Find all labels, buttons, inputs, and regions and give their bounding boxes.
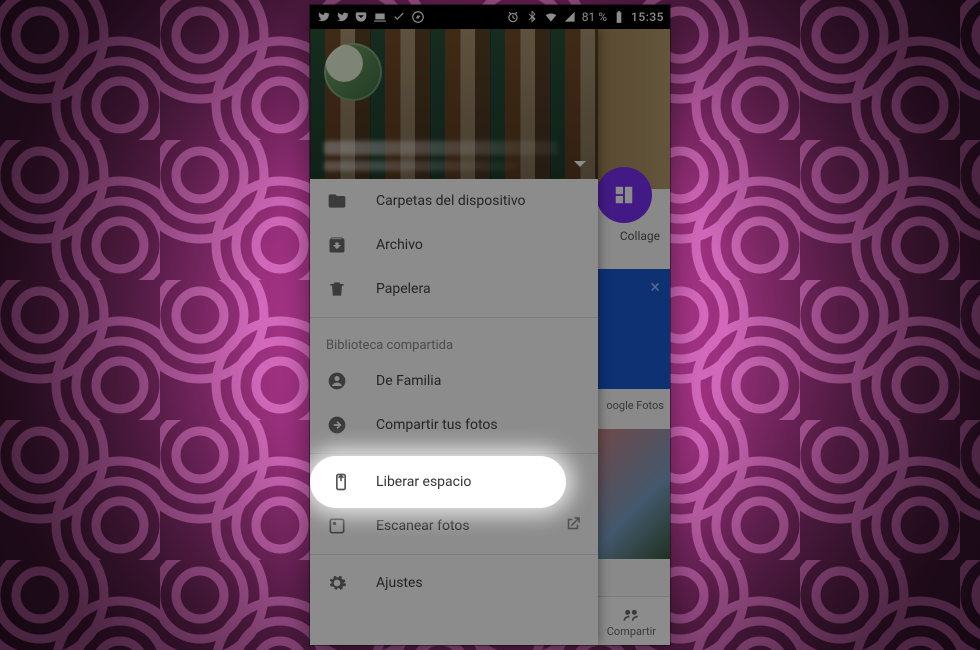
collage-label: Collage xyxy=(620,229,660,243)
bluetooth-icon xyxy=(525,10,539,24)
folder-icon xyxy=(326,190,348,212)
statusbar-right-icons: 81 % 15:35 xyxy=(506,10,664,24)
archive-icon xyxy=(326,234,348,256)
check-icon xyxy=(392,10,406,24)
bottom-nav-share-label: Compartir xyxy=(607,625,656,638)
wifi-icon xyxy=(544,10,558,24)
highlight-label: Liberar espacio xyxy=(376,474,471,490)
menu-item-label: Ajustes xyxy=(376,575,423,591)
free-space-icon xyxy=(330,471,352,493)
menu-item-share-photos[interactable]: Compartir tus fotos xyxy=(310,403,598,447)
menu-item-label: Papelera xyxy=(376,281,431,297)
menu-item-trash[interactable]: Papelera xyxy=(310,267,598,311)
menu-item-archive[interactable]: Archivo xyxy=(310,223,598,267)
twitter-icon xyxy=(316,10,330,24)
avatar[interactable] xyxy=(324,43,382,101)
menu-item-family[interactable]: De Familia xyxy=(310,359,598,403)
divider xyxy=(310,554,598,555)
google-photos-label: oogle Fotos xyxy=(606,399,664,412)
battery-pct: 81 % xyxy=(582,10,607,24)
bottom-nav-share[interactable]: Compartir xyxy=(607,604,656,638)
shazam-icon xyxy=(411,10,425,24)
account-name-blurred xyxy=(324,141,558,155)
statusbar-left-icons xyxy=(316,10,425,24)
menu-item-label: Escanear fotos xyxy=(376,518,470,534)
phone-frame: 81 % 15:35 Collage × oogle Fotos Compart… xyxy=(310,5,670,645)
chevron-down-icon[interactable] xyxy=(574,161,586,167)
close-icon[interactable]: × xyxy=(650,277,660,298)
menu-item-scan-photos[interactable]: Escanear fotos xyxy=(310,504,598,548)
menu-item-settings[interactable]: Ajustes xyxy=(310,561,598,605)
clock: 15:35 xyxy=(631,10,664,24)
laptop-icon xyxy=(373,10,387,24)
twitter-icon xyxy=(335,10,349,24)
external-link-icon xyxy=(564,515,582,537)
menu-item-label: Compartir tus fotos xyxy=(376,417,498,433)
battery-icon xyxy=(612,10,626,24)
status-bar: 81 % 15:35 xyxy=(310,5,670,29)
menu-item-label: Archivo xyxy=(376,237,423,253)
trash-icon xyxy=(326,278,348,300)
section-shared-label: Biblioteca compartida xyxy=(310,324,598,359)
drawer-header[interactable] xyxy=(310,29,598,179)
navigation-drawer: Carpetas del dispositivo Archivo Papeler… xyxy=(310,29,598,645)
menu-item-label: Carpetas del dispositivo xyxy=(376,193,526,209)
menu-item-label: De Familia xyxy=(376,373,441,389)
gear-icon xyxy=(326,572,348,594)
alarm-icon xyxy=(506,10,520,24)
account-email-blurred xyxy=(324,161,518,171)
scan-icon xyxy=(326,515,348,537)
person-icon xyxy=(326,370,348,392)
collage-chip[interactable] xyxy=(596,167,652,223)
highlight-free-up-space[interactable]: Liberar espacio xyxy=(312,458,564,506)
divider xyxy=(310,453,598,454)
promo-banner[interactable]: × xyxy=(590,269,670,389)
divider xyxy=(310,317,598,318)
menu-item-device-folders[interactable]: Carpetas del dispositivo xyxy=(310,179,598,223)
pocket-icon xyxy=(354,10,368,24)
signal-icon xyxy=(563,10,577,24)
photo-thumbnail[interactable] xyxy=(590,429,670,559)
share-icon xyxy=(326,414,348,436)
